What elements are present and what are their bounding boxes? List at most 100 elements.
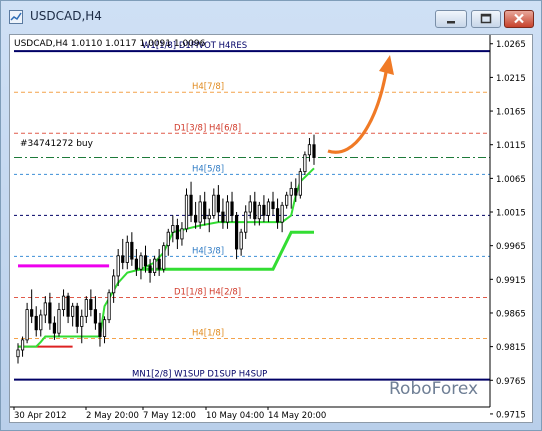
candle-body	[66, 295, 70, 317]
candle	[25, 302, 29, 344]
title-bar[interactable]: USDCAD,H4	[1, 1, 541, 33]
candle	[312, 134, 316, 165]
candle-body	[312, 144, 316, 158]
candle-body	[75, 305, 79, 327]
candle-body	[225, 201, 230, 223]
level-label-9: MN1[2/8] W1SUP D1SUP H4SUP	[132, 370, 267, 380]
time-axis: 30 Apr 2012 2 May 20:00 7 May 12:00 10 May …	[13, 407, 326, 421]
candle	[189, 181, 193, 223]
candle-body	[30, 309, 34, 317]
candle	[139, 252, 143, 280]
level-label-8: H4[1/8]	[192, 329, 224, 339]
candle	[84, 296, 88, 324]
candle	[166, 228, 170, 256]
price-tick-label: 0.9915	[496, 276, 526, 286]
candle	[171, 215, 175, 243]
candle-body	[20, 339, 25, 351]
candle-body	[125, 241, 129, 263]
close-button[interactable]	[504, 10, 534, 28]
candle	[212, 188, 216, 219]
level-label-6: H4[3/8]	[192, 246, 224, 256]
candle	[93, 296, 98, 330]
candle-body	[307, 144, 312, 156]
price-axis: 1.0265 1.0215 1.0165 1.0115 1.0065 1.0015 0.99…	[10, 35, 532, 420]
candle	[148, 259, 152, 283]
candle-body	[212, 194, 216, 216]
candle-body	[175, 225, 179, 240]
time-tick-label: 30 Apr 2012	[14, 411, 67, 421]
candle	[121, 238, 125, 270]
candle	[203, 191, 207, 226]
candle	[298, 168, 302, 199]
candle-body	[285, 194, 289, 206]
price-tick-label: 1.0065	[496, 175, 526, 185]
candle-body	[207, 214, 211, 220]
candle	[280, 201, 284, 233]
candle	[48, 292, 52, 330]
candle	[89, 289, 93, 317]
candle	[198, 195, 202, 229]
minimize-button[interactable]	[435, 10, 467, 28]
chart-area[interactable]: W1[1/8] D1PIVOT H4RES1.0254H4[7/8]1.0193…	[9, 34, 533, 423]
candle	[157, 249, 161, 276]
price-tick-label: 0.9865	[496, 309, 526, 319]
candle-body	[189, 194, 193, 216]
candle-body	[157, 258, 161, 270]
candle-body	[130, 241, 134, 260]
candle-body	[275, 208, 280, 223]
trailing-stop-lines	[18, 167, 315, 348]
candle	[43, 296, 47, 324]
candle	[184, 188, 189, 233]
candle-body	[234, 214, 239, 250]
candle-body	[102, 319, 107, 337]
price-tick-label: 0.9965	[496, 242, 526, 252]
forecast-arrow	[327, 66, 389, 154]
time-tick-label: 10 May 04:00	[206, 411, 264, 421]
candle-body	[43, 302, 47, 316]
candle-body	[253, 201, 257, 220]
candle-body	[266, 201, 271, 216]
candle-body	[216, 194, 220, 213]
candle	[285, 191, 289, 209]
candle-body	[180, 228, 184, 240]
candle	[271, 191, 275, 216]
candle-body	[248, 201, 252, 213]
candle	[30, 289, 34, 324]
candle	[234, 212, 239, 260]
candle	[75, 302, 79, 334]
window-title: USDCAD,H4	[30, 9, 102, 23]
candle-body	[148, 265, 152, 273]
maximize-button[interactable]	[471, 10, 501, 28]
candle-body	[143, 255, 148, 267]
candle	[39, 309, 43, 337]
candle	[244, 205, 248, 239]
candle	[61, 289, 66, 317]
candle	[239, 228, 243, 256]
candle-body	[271, 201, 275, 210]
candle-body	[153, 258, 157, 273]
candle-body	[193, 214, 198, 223]
candle-body	[25, 309, 29, 341]
candle	[253, 191, 257, 226]
candle	[230, 191, 234, 223]
candle-body	[52, 322, 57, 334]
candle	[262, 195, 266, 223]
candle-body	[48, 302, 52, 324]
candle-body	[244, 211, 248, 233]
candle-body	[139, 255, 143, 270]
candle-body	[221, 211, 225, 223]
price-chart[interactable]: W1[1/8] D1PIVOT H4RES1.0254H4[7/8]1.0193…	[10, 35, 532, 422]
price-tick-label: 0.9715	[496, 410, 526, 420]
candle-body	[239, 231, 243, 250]
candle-body	[230, 201, 234, 216]
candle	[66, 292, 70, 324]
price-tick-label: 1.0165	[496, 108, 526, 118]
price-tick-label: 1.0115	[496, 141, 526, 151]
candle-body	[262, 204, 266, 216]
symbol-ohlc-label: USDCAD,H4 1.0110 1.0117 1.0091 1.0096	[14, 39, 206, 49]
candle-body	[280, 204, 284, 223]
time-tick-label: 14 May 20:00	[268, 411, 326, 421]
candle-body	[116, 255, 120, 277]
candle-body	[71, 305, 75, 317]
order-label: #34741272 buy	[20, 139, 94, 149]
